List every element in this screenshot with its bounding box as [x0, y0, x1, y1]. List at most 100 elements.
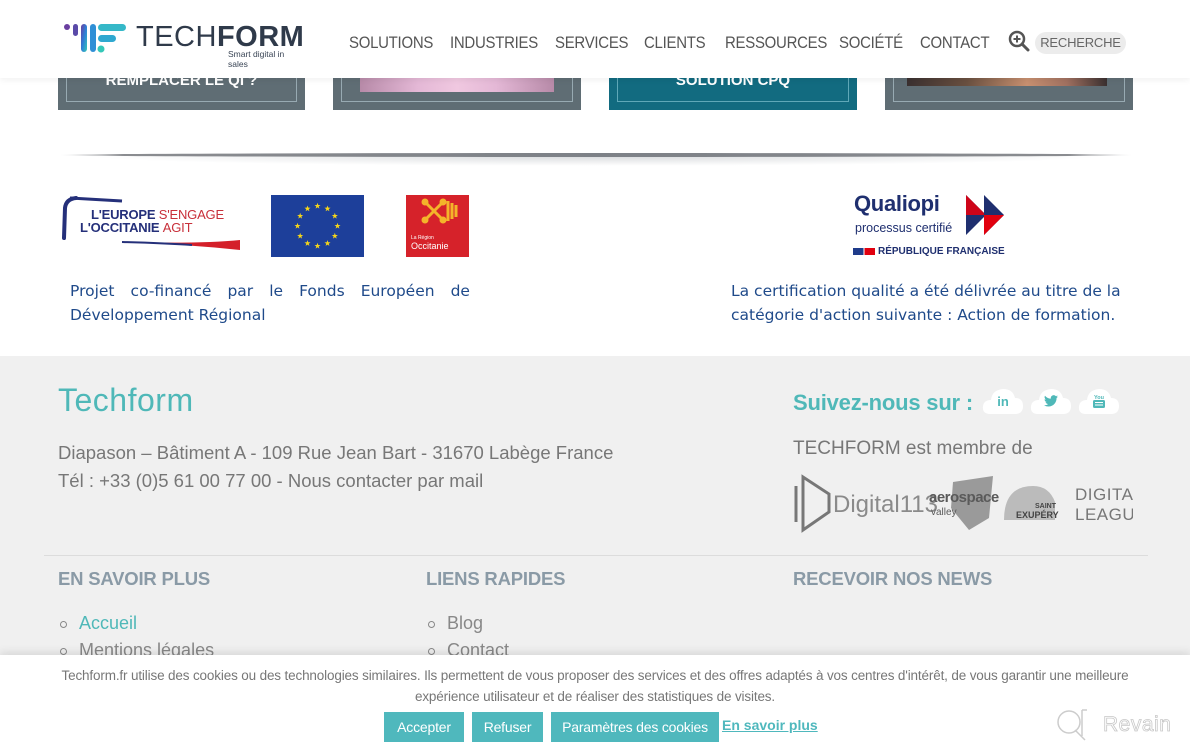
french-flag-icon [853, 248, 875, 255]
funding-word: Européen [360, 282, 435, 300]
heading-en-savoir-plus: EN SAVOIR PLUS [58, 568, 211, 589]
eu-star-icon [314, 242, 321, 249]
site-header: TECHFORM Smart digital in sales SOLUTION… [0, 0, 1190, 78]
revain-watermark: Revain [1055, 708, 1180, 742]
nav-industries[interactable]: INDUSTRIES [450, 33, 538, 53]
card-title: REMPLACER LE QI ? [105, 78, 258, 89]
search-zoom-icon[interactable] [1008, 30, 1030, 52]
cookie-message-line-1: Techform.fr utilise des cookies ou des t… [61, 668, 1129, 683]
card-image [360, 78, 554, 92]
heading-recevoir-nos-news: RECEVOIR NOS NEWS [793, 568, 993, 589]
member-of-label: TECHFORM est membre de [793, 438, 1033, 459]
digital113-logo[interactable]: Digital113 [794, 474, 938, 533]
occitanie-region-logo: La Région Occitanie [406, 195, 469, 257]
republique-label: RÉPUBLIQUE FRANÇAISE [878, 246, 1005, 257]
eu-star-icon [294, 222, 301, 229]
qualiopi-logo: Qualiopi processus certifié RÉPUBLIQUE F… [853, 191, 1013, 263]
funding-word: le [269, 282, 284, 300]
funding-line-2: Développement Régional [70, 305, 266, 324]
republique-francaise-mark: RÉPUBLIQUE FRANÇAISE [853, 246, 1005, 257]
occitanie-name: Occitanie [411, 241, 449, 251]
phone-contact-line[interactable]: Tél : +33 (0)5 61 00 77 00 - Nous contac… [58, 467, 613, 495]
eu-star-icon [331, 212, 338, 219]
eu-star-icon [297, 212, 304, 219]
article-card[interactable]: SOLUTION CPQ [609, 78, 857, 110]
twitter-icon [1044, 395, 1058, 407]
nav-services[interactable]: SERVICES [555, 33, 629, 53]
qualiopi-arrows-icon [966, 195, 1004, 235]
follow-us-label: Suivez-nous sur : [793, 390, 973, 415]
eu-star-icon [324, 240, 331, 246]
certification-description: La certification qualité a été délivrée … [731, 282, 1121, 324]
techform-logo[interactable]: TECHFORM Smart digital in sales [64, 20, 304, 69]
qualiopi-subtitle: processus certifié [855, 221, 953, 235]
section-divider [60, 153, 1132, 157]
revain-logo-icon [1057, 709, 1087, 741]
funding-line-1: Projet co-financé par le Fonds Européen de [70, 280, 470, 304]
logo-tagline: Smart digital in sales [228, 49, 285, 69]
nav-societe[interactable]: SOCIÉTÉ [839, 33, 903, 53]
article-card[interactable]: REMPLACER LE QI ? [58, 78, 305, 110]
occitan-cross-icon [421, 198, 458, 224]
cookie-message-line-2: expérience utilisateur et de réaliser de… [414, 689, 776, 704]
funding-word: Projet [70, 282, 115, 300]
eu-star-icon [304, 240, 311, 246]
footer-title: Techform [58, 382, 194, 418]
eu-star-icon [331, 232, 338, 239]
saint-exupery-logo[interactable]: SAINT EXUPÉRY [1004, 486, 1059, 520]
europe-engage-logo: L'EUROPE S'ENGAGE L'OCCITANIE AGIT [62, 196, 242, 252]
accept-cookies-button[interactable]: Accepter [384, 712, 464, 742]
linkedin-link[interactable]: in [982, 386, 1024, 416]
cookie-settings-button[interactable]: Paramètres des cookies [551, 712, 719, 742]
nav-contact[interactable]: CONTACT [920, 33, 990, 53]
footer-separator [44, 555, 1148, 556]
card-title: SOLUTION CPQ [675, 78, 791, 89]
qualiopi-title: Qualiopi [854, 191, 940, 216]
funding-word: co-financé [130, 282, 212, 300]
cookie-message: Techform.fr utilise des cookies ou des t… [20, 665, 1170, 707]
link-accueil[interactable]: Accueil [58, 610, 214, 637]
youtube-link[interactable]: You [1078, 386, 1120, 416]
logo-mark-icon [64, 24, 126, 53]
twitter-link[interactable] [1030, 386, 1072, 416]
divider-shadow [80, 156, 1110, 166]
article-card[interactable] [333, 78, 581, 110]
article-card[interactable] [885, 78, 1133, 110]
eu-star-icon [314, 202, 321, 209]
refuse-cookies-button[interactable]: Refuser [472, 712, 543, 742]
cookie-consent-banner: Techform.fr utilise des cookies ou des t… [0, 655, 1190, 753]
nav-clients[interactable]: CLIENTS [644, 33, 706, 53]
digital-league-logo[interactable]: DIGITAL LEAGUE [1075, 485, 1146, 524]
funding-word: par [227, 282, 254, 300]
footer-address: Diapason – Bâtiment A - 109 Rue Jean Bar… [58, 439, 613, 495]
card-image [907, 78, 1107, 86]
main-nav: SOLUTIONS INDUSTRIES SERVICES CLIENTS RE… [349, 31, 1000, 55]
eu-star-icon [297, 232, 304, 239]
eu-star-icon [334, 222, 341, 229]
eu-stars-icon [294, 202, 341, 249]
svg-text:LEAGUE: LEAGUE [1075, 505, 1133, 524]
svg-text:EXUPÉRY: EXUPÉRY [1016, 510, 1059, 520]
eu-star-icon [304, 205, 311, 212]
nav-solutions[interactable]: SOLUTIONS [349, 33, 433, 53]
eu-engage-word: AGIT [162, 220, 193, 235]
link-blog[interactable]: Blog [426, 610, 509, 637]
eu-star-icon [324, 205, 331, 212]
funding-word: de [450, 282, 470, 300]
revain-text: Revain [1103, 713, 1172, 737]
svg-text:aerospace: aerospace [929, 489, 999, 506]
aerospace-valley-logo[interactable]: aerospace valley [929, 476, 999, 530]
learn-more-link[interactable]: En savoir plus [722, 717, 818, 733]
eu-flag-logo [271, 195, 364, 257]
heading-liens-rapides: LIENS RAPIDES [426, 568, 566, 589]
nav-ressources[interactable]: RESSOURCES [725, 33, 827, 53]
svg-text:DIGITAL: DIGITAL [1075, 485, 1133, 504]
address-line: Diapason – Bâtiment A - 109 Rue Jean Bar… [58, 442, 614, 463]
linkedin-icon: in [997, 394, 1009, 409]
search-button[interactable]: RECHERCHE [1035, 32, 1126, 54]
digital113-text: Digital113 [833, 491, 938, 518]
svg-text:SAINT: SAINT [1035, 503, 1057, 510]
partner-logos: Digital113 aerospace valley SAINT EXUPÉR… [793, 472, 1146, 534]
funding-description: Projet co-financé par le Fonds Européen de Dév… [70, 280, 470, 327]
youtube-icon: You [1093, 395, 1105, 408]
